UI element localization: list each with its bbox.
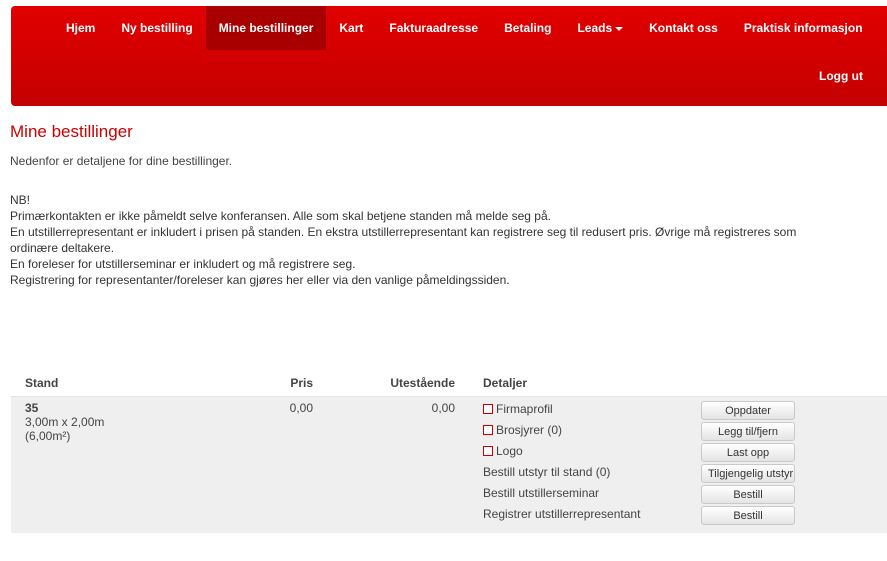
manage-brochures-button[interactable]: Legg til/fjern <box>701 422 795 441</box>
nav-item-leads[interactable]: Leads <box>564 6 636 50</box>
nav-item-label: Kontakt oss <box>649 21 718 35</box>
order-seminar-button[interactable]: Bestill <box>701 485 795 504</box>
update-profile-button[interactable]: Oppdater <box>701 401 795 420</box>
status-checkbox-icon <box>483 404 493 414</box>
nav-item-betaling[interactable]: Betaling <box>491 6 564 50</box>
nav-item-label: Kart <box>339 21 364 35</box>
intro-text: Nedenfor er detaljene for dine bestillin… <box>10 154 233 168</box>
detail-representative: Registrer utstillerrepresentant <box>483 507 641 521</box>
nav-item-label: Hjem <box>66 21 96 35</box>
detail-label: Brosjyrer (0) <box>496 423 563 437</box>
column-header-price: Pris <box>227 370 327 397</box>
available-equipment-button[interactable]: Tilgjengelig utstyr <box>701 464 795 483</box>
notice-line: Registrering for representanter/forelese… <box>10 273 510 287</box>
notice-block: NB! Primærkontakten er ikke påmeldt selv… <box>10 192 887 288</box>
logout-link[interactable]: Logg ut <box>819 69 863 83</box>
nav-item-kart[interactable]: Kart <box>326 6 376 50</box>
caret-down-icon <box>615 26 624 31</box>
notice-line: En utstillerrepresentant er inkludert i … <box>10 225 797 239</box>
nav-item-label: Betaling <box>504 21 552 35</box>
column-header-stand: Stand <box>11 370 227 397</box>
nav-item-label: Fakturaadresse <box>389 21 479 35</box>
outstanding-cell: 0,00 <box>327 396 469 533</box>
detail-equipment: Bestill utstyr til stand (0) <box>483 465 611 479</box>
column-header-details: Detaljer <box>469 370 687 397</box>
page-title: Mine bestillinger <box>10 122 133 141</box>
stand-cell: 35 3,00m x 2,00m (6,00m²) <box>11 396 227 533</box>
nav-item-label: Leads <box>577 21 613 35</box>
register-representative-button[interactable]: Bestill <box>701 506 795 525</box>
stand-area: (6,00m²) <box>25 429 71 443</box>
detail-seminar: Bestill utstillerseminar <box>483 486 600 500</box>
column-header-actions <box>687 370 887 397</box>
nav-item-hjem[interactable]: Hjem <box>53 6 108 50</box>
nav-item-fakturaadresse[interactable]: Fakturaadresse <box>376 6 491 50</box>
nav-item-kontakt-oss[interactable]: Kontakt oss <box>636 6 731 50</box>
price-cell: 0,00 <box>227 396 327 533</box>
table-row: 35 3,00m x 2,00m (6,00m²) 0,00 0,00 Firm… <box>11 396 887 533</box>
nav-item-ny-bestilling[interactable]: Ny bestilling <box>108 6 205 50</box>
notice-heading: NB! <box>10 193 31 207</box>
table-header-row: Stand Pris Utestående Detaljer <box>11 370 887 397</box>
orders-table: Stand Pris Utestående Detaljer 35 3,00m … <box>11 370 887 533</box>
details-cell: Firmaprofil Brosjyrer (0) Logo Bestill u… <box>469 396 687 533</box>
detail-label: Logo <box>496 444 523 458</box>
top-navbar: Hjem Ny bestilling Mine bestillinger Kar… <box>11 6 887 106</box>
notice-line: ordinære deltakere. <box>10 241 115 255</box>
upload-logo-button[interactable]: Last opp <box>701 443 795 462</box>
nav-item-praktisk-informasjon[interactable]: Praktisk informasjon <box>731 6 876 50</box>
stand-size: 3,00m x 2,00m <box>25 415 105 429</box>
nav-item-label: Mine bestillinger <box>218 21 314 35</box>
detail-firmaprofil: Firmaprofil <box>483 401 673 422</box>
detail-logo: Logo <box>483 443 673 464</box>
detail-label: Firmaprofil <box>496 402 553 416</box>
notice-line: Primærkontakten er ikke påmeldt selve ko… <box>10 209 551 223</box>
status-checkbox-icon <box>483 425 493 435</box>
nav-item-label: Ny bestilling <box>121 21 193 35</box>
column-header-outstanding: Utestående <box>327 370 469 397</box>
nav-item-label: Praktisk informasjon <box>743 21 863 35</box>
detail-brosjyrer: Brosjyrer (0) <box>483 422 673 443</box>
nav-item-mine-bestillinger[interactable]: Mine bestillinger <box>205 6 327 50</box>
stand-number: 35 <box>25 401 39 415</box>
notice-line: En foreleser for utstillerseminar er ink… <box>10 257 356 271</box>
actions-cell: Oppdater Legg til/fjern Last opp Tilgjen… <box>687 396 887 533</box>
nav-menu: Hjem Ny bestilling Mine bestillinger Kar… <box>53 6 876 50</box>
status-checkbox-icon <box>483 446 493 456</box>
